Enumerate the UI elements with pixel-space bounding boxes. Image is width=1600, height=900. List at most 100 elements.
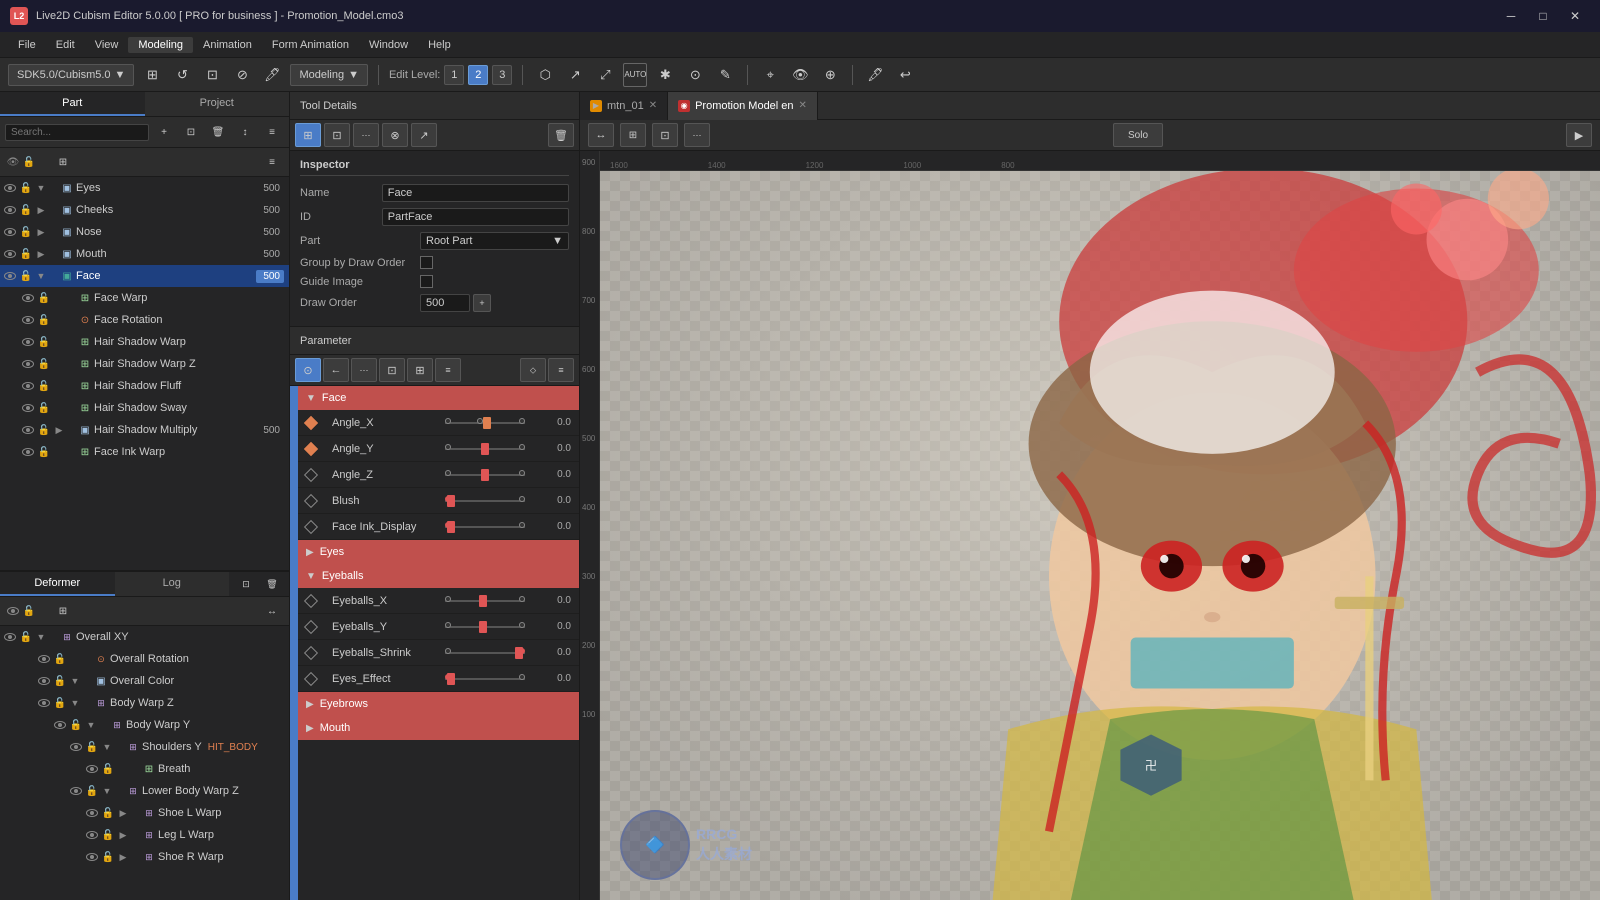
menu-animation[interactable]: Animation — [193, 37, 262, 53]
param-group-eyes-header[interactable]: ▶ Eyes — [298, 540, 579, 564]
lock-icon[interactable]: 🔓 — [100, 849, 116, 865]
lock-icon[interactable]: 🔓 — [36, 356, 52, 372]
menu-window[interactable]: Window — [359, 37, 418, 53]
eye-icon[interactable] — [68, 739, 84, 755]
toolbar-auto-icon[interactable]: AUTO — [623, 63, 647, 87]
close-button[interactable]: ✕ — [1560, 6, 1590, 26]
tab-part[interactable]: Part — [0, 92, 145, 116]
tab-mtn01-close[interactable]: ✕ — [649, 100, 657, 111]
param-slider-blush[interactable] — [445, 493, 535, 509]
expand-icon[interactable]: ▶ — [116, 850, 130, 864]
lock-icon[interactable]: 🔓 — [36, 290, 52, 306]
part-item-mouth[interactable]: 🔓 ▶ ▣ Mouth 500 — [0, 243, 289, 265]
part-item-hair-shadow-multiply[interactable]: 🔓 ▶ ▣ Hair Shadow Multiply 500 — [0, 419, 289, 441]
lock-icon[interactable]: 🔓 — [36, 444, 52, 460]
part-delete-icon[interactable]: 🗑 — [206, 120, 230, 144]
param-slider-face-ink[interactable] — [445, 519, 535, 535]
param-group-face-header[interactable]: ▼ Face — [298, 386, 579, 410]
canvas-tab-mtn01[interactable]: ▶ mtn_01 ✕ — [580, 92, 668, 120]
param-group-mouth-header[interactable]: ▶ Mouth — [298, 716, 579, 740]
eye-icon[interactable] — [20, 356, 36, 372]
canvas-solo-button[interactable]: Solo — [1113, 123, 1163, 147]
param-item-angle-x[interactable]: Angle_X 0.0 — [298, 410, 579, 436]
level-3-button[interactable]: 3 — [492, 65, 512, 85]
param-tb-5[interactable]: ⊞ — [407, 358, 433, 382]
param-item-angle-y[interactable]: Angle_Y 0.0 — [298, 436, 579, 462]
part-item-face-ink-warp[interactable]: 🔓 ⊞ Face Ink Warp — [0, 441, 289, 463]
tool-btn-2[interactable]: ⊡ — [324, 123, 350, 147]
canvas-tb-4[interactable]: ⋯ — [684, 123, 710, 147]
part-item-face-warp[interactable]: 🔓 ⊞ Face Warp — [0, 287, 289, 309]
canvas-tab-promotion[interactable]: ◉ Promotion Model en ✕ — [668, 92, 818, 120]
sdk-dropdown[interactable]: SDK5.0/Cubism5.0 ▼ — [8, 64, 134, 86]
group-draw-order-checkbox[interactable] — [420, 256, 433, 269]
expand-icon[interactable]: ▶ — [34, 203, 48, 217]
level-1-button[interactable]: 1 — [444, 65, 464, 85]
lock-icon[interactable]: 🔓 — [52, 673, 68, 689]
lock-icon[interactable]: 🔓 — [36, 422, 52, 438]
inspector-draw-order-input[interactable] — [420, 294, 470, 312]
search-input[interactable] — [5, 124, 149, 141]
eye-icon[interactable] — [2, 629, 18, 645]
part-item-face[interactable]: 🔓 ▼ ▣ Face 500 — [0, 265, 289, 287]
eye-icon[interactable] — [20, 312, 36, 328]
deformer-delete-icon[interactable]: 🗑 — [260, 572, 284, 596]
eye-icon[interactable] — [84, 805, 100, 821]
toolbar-icon-1[interactable]: ⊞ — [140, 63, 164, 87]
lock-icon[interactable]: 🔓 — [36, 334, 52, 350]
eye-icon[interactable] — [20, 400, 36, 416]
toolbar-icon-3[interactable]: ⊡ — [200, 63, 224, 87]
eye-icon[interactable] — [84, 827, 100, 843]
param-tb-3[interactable]: ⋯ — [351, 358, 377, 382]
expand-icon[interactable]: ▼ — [68, 696, 82, 710]
eye-icon[interactable] — [68, 783, 84, 799]
param-group-eyebrows-header[interactable]: ▶ Eyebrows — [298, 692, 579, 716]
part-item-eyes[interactable]: 🔓 ▼ ▣ Eyes 500 — [0, 177, 289, 199]
canvas-tb-1[interactable]: ↔ — [588, 123, 614, 147]
deformer-shoe-r-warp[interactable]: 🔓 ▶ ⊞ Shoe R Warp — [0, 846, 289, 868]
deformer-sync-icon[interactable]: ↔ — [260, 599, 284, 623]
part-copy-icon[interactable]: ⊡ — [179, 120, 203, 144]
eye-icon[interactable] — [2, 202, 18, 218]
expand-icon[interactable]: ▶ — [116, 806, 130, 820]
param-item-face-ink-display[interactable]: Face Ink_Display 0.0 — [298, 514, 579, 540]
deformer-breath[interactable]: 🔓 ⊞ Breath — [0, 758, 289, 780]
param-slider-eyes-effect[interactable] — [445, 671, 535, 687]
eye-icon[interactable] — [2, 224, 18, 240]
canvas-tb-right[interactable]: ▶ — [1566, 123, 1592, 147]
param-tb-menu[interactable]: ≡ — [548, 358, 574, 382]
param-slider-angle-z[interactable] — [445, 467, 535, 483]
toolbar-select-icon[interactable]: ✱ — [653, 63, 677, 87]
tool-btn-1[interactable]: ⊞ — [295, 123, 321, 147]
param-tb-4[interactable]: ⊡ — [379, 358, 405, 382]
deformer-shoulders-y[interactable]: 🔓 ▼ ⊞ Shoulders Y HIT_BODY — [0, 736, 289, 758]
deformer-global-lock[interactable]: 🔓 — [21, 603, 37, 619]
tool-btn-delete[interactable]: 🗑 — [548, 123, 574, 147]
global-expand-icon[interactable]: ⊞ — [51, 150, 75, 174]
deformer-body-warp-z[interactable]: 🔓 ▼ ⊞ Body Warp Z — [0, 692, 289, 714]
toolbar-undo-icon[interactable]: ↩ — [893, 63, 917, 87]
window-controls[interactable]: ─ □ ✕ — [1496, 6, 1590, 26]
part-item-hair-shadow-fluff[interactable]: 🔓 ⊞ Hair Shadow Fluff — [0, 375, 289, 397]
lock-icon[interactable]: 🔓 — [100, 805, 116, 821]
eye-icon[interactable] — [20, 422, 36, 438]
part-item-face-rotation[interactable]: 🔓 ⊙ Face Rotation — [0, 309, 289, 331]
toolbar-pen-icon[interactable]: 🖋 — [863, 63, 887, 87]
tool-btn-arrow[interactable]: ↗ — [411, 123, 437, 147]
toolbar-icon-2[interactable]: ↺ — [170, 63, 194, 87]
global-lock-icon[interactable]: 🔓 — [21, 154, 37, 170]
part-list-menu[interactable]: ≡ — [260, 150, 284, 174]
lock-icon[interactable]: 🔓 — [18, 180, 34, 196]
expand-icon[interactable]: ▼ — [34, 181, 48, 195]
part-item-hair-shadow-warp-z[interactable]: 🔓 ⊞ Hair Shadow Warp Z — [0, 353, 289, 375]
inspector-part-select[interactable]: Root Part ▼ — [420, 232, 569, 250]
expand-icon[interactable]: ▼ — [100, 784, 114, 798]
toolbar-mesh-icon[interactable]: ⬡ — [533, 63, 557, 87]
global-eye-icon[interactable]: 👁 — [5, 154, 21, 170]
lock-icon[interactable]: 🔓 — [100, 827, 116, 843]
eye-icon[interactable] — [84, 761, 100, 777]
guide-image-checkbox[interactable] — [420, 275, 433, 288]
lock-icon[interactable]: 🔓 — [18, 246, 34, 262]
lock-icon[interactable]: 🔓 — [36, 400, 52, 416]
part-collapse-icon[interactable]: ↕ — [233, 120, 257, 144]
